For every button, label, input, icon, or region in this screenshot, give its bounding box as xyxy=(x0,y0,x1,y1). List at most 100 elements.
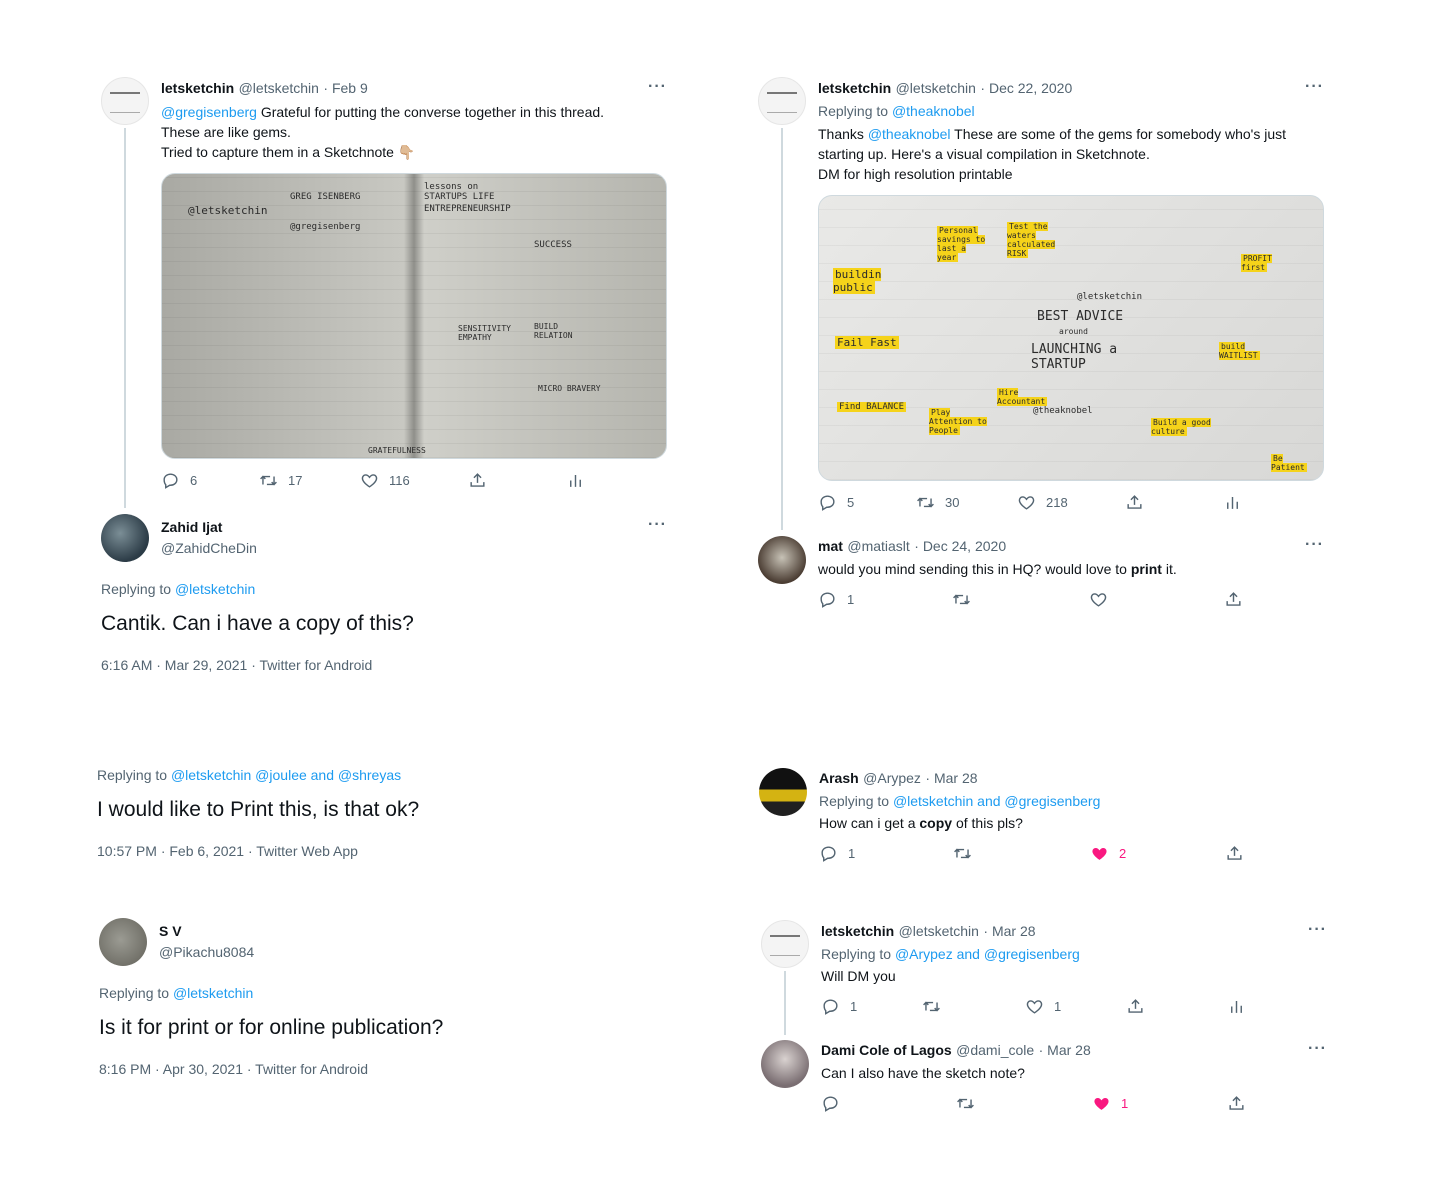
retweet-icon xyxy=(952,590,971,609)
share-button[interactable] xyxy=(1126,997,1145,1016)
tweet-header: Dami Cole of Lagos @dami_cole · Mar 28 xyxy=(821,1042,1091,1060)
avatar[interactable] xyxy=(761,1040,809,1088)
user-handle[interactable]: @letsketchin xyxy=(239,80,319,96)
avatar[interactable] xyxy=(101,514,149,562)
user-handle[interactable]: @matiaslt xyxy=(847,538,909,554)
tweet-text: I would like to Print this, is that ok? xyxy=(97,798,420,821)
reply-icon xyxy=(821,1094,840,1113)
sketch-label: LAUNCHING a STARTUP xyxy=(1031,342,1118,372)
like-button[interactable]: 218 xyxy=(1017,493,1068,512)
share-button[interactable] xyxy=(1227,1094,1246,1113)
tweet-timestamp[interactable]: 8:16 PM · Apr 30, 2021 · Twitter for And… xyxy=(99,1061,368,1077)
avatar[interactable] xyxy=(761,920,809,968)
user-handle[interactable]: @dami_cole xyxy=(956,1042,1034,1058)
analytics-button[interactable] xyxy=(1223,493,1242,512)
tweet-timestamp[interactable]: 6:16 AM · Mar 29, 2021 · Twitter for And… xyxy=(101,657,372,673)
retweet-button[interactable] xyxy=(952,590,971,609)
analytics-icon xyxy=(1223,493,1242,512)
share-button[interactable] xyxy=(468,471,487,490)
avatar[interactable] xyxy=(759,768,807,816)
user-name[interactable]: mat xyxy=(818,538,843,554)
user-name[interactable]: S V xyxy=(159,923,182,939)
mention-link[interactable]: @theaknobel xyxy=(868,126,951,142)
avatar[interactable] xyxy=(99,918,147,966)
user-name[interactable]: Dami Cole of Lagos xyxy=(821,1042,952,1058)
like-count: 218 xyxy=(1046,495,1068,510)
analytics-button[interactable] xyxy=(1227,997,1246,1016)
retweet-button[interactable] xyxy=(956,1094,975,1113)
mention-link[interactable]: @theaknobel xyxy=(892,103,975,119)
thread-line xyxy=(784,971,786,1035)
more-icon[interactable]: ··· xyxy=(1308,921,1327,939)
more-icon[interactable]: ··· xyxy=(648,516,667,534)
mention-link[interactable]: @letsketchin xyxy=(173,985,253,1001)
retweet-button[interactable]: 17 xyxy=(259,471,302,490)
reply-button[interactable] xyxy=(821,1094,840,1113)
user-name[interactable]: letsketchin xyxy=(161,80,234,96)
mention-link[interactable]: @letsketchin xyxy=(175,581,255,597)
like-button[interactable] xyxy=(1089,590,1108,609)
avatar[interactable] xyxy=(101,77,149,125)
reply-button[interactable]: 1 xyxy=(819,844,855,863)
mention-link[interactable]: @letsketchin @joulee and @shreyas xyxy=(171,767,401,783)
mention-link[interactable]: @gregisenberg xyxy=(161,104,257,120)
like-button[interactable]: 1 xyxy=(1025,997,1061,1016)
like-button[interactable]: 2 xyxy=(1090,844,1126,863)
tweet-date[interactable]: · Mar 28 xyxy=(1039,1042,1091,1058)
tweet-header: Arash @Arypez · Mar 28 xyxy=(819,770,978,788)
more-icon[interactable]: ··· xyxy=(1305,536,1324,554)
sketch-label: PROFIT first xyxy=(1241,254,1272,272)
tweet-timestamp[interactable]: 10:57 PM · Feb 6, 2021 · Twitter Web App xyxy=(97,843,358,859)
analytics-button[interactable] xyxy=(566,471,585,490)
user-handle[interactable]: @letsketchin xyxy=(896,80,976,96)
user-name[interactable]: Zahid Ijat xyxy=(161,519,222,535)
sketchnote-image[interactable]: Personal savings to last a year Test the… xyxy=(818,195,1324,481)
tweet-header: letsketchin @letsketchin · Dec 22, 2020 xyxy=(818,80,1072,98)
like-button[interactable]: 1 xyxy=(1092,1094,1128,1113)
retweet-button[interactable] xyxy=(953,844,972,863)
tweet-date[interactable]: · Dec 22, 2020 xyxy=(980,80,1072,96)
share-button[interactable] xyxy=(1225,844,1244,863)
analytics-icon xyxy=(1227,997,1246,1016)
avatar[interactable] xyxy=(758,77,806,125)
share-button[interactable] xyxy=(1125,493,1144,512)
retweet-button[interactable] xyxy=(922,997,941,1016)
share-button[interactable] xyxy=(1224,590,1243,609)
reply-button[interactable]: 1 xyxy=(818,590,854,609)
user-handle[interactable]: @Arypez xyxy=(863,770,921,786)
share-icon xyxy=(1225,844,1244,863)
like-button[interactable]: 116 xyxy=(360,471,410,490)
reply-button[interactable]: 1 xyxy=(821,997,857,1016)
user-name[interactable]: Arash xyxy=(819,770,859,786)
replying-to: Replying to @theaknobel xyxy=(818,103,975,119)
tweet-date[interactable]: · Mar 28 xyxy=(983,923,1035,939)
reply-button[interactable]: 5 xyxy=(818,493,854,512)
mention-link[interactable]: @Arypez and @gregisenberg xyxy=(895,946,1080,962)
tweet-date[interactable]: · Dec 24, 2020 xyxy=(914,538,1006,554)
sketch-label: SUCCESS xyxy=(534,240,572,250)
user-handle[interactable]: @ZahidCheDin xyxy=(161,540,257,556)
more-icon[interactable]: ··· xyxy=(1305,78,1324,96)
mention-link[interactable]: @letsketchin and @gregisenberg xyxy=(893,793,1100,809)
user-handle[interactable]: @Pikachu8084 xyxy=(159,944,254,960)
retweet-icon xyxy=(259,471,278,490)
like-icon xyxy=(1092,1094,1111,1113)
tweet-text: @gregisenberg Grateful for putting the c… xyxy=(161,104,605,160)
avatar[interactable] xyxy=(758,536,806,584)
user-handle[interactable]: @letsketchin xyxy=(899,923,979,939)
retweet-button[interactable]: 30 xyxy=(916,493,959,512)
like-count: 1 xyxy=(1054,999,1062,1014)
more-icon[interactable]: ··· xyxy=(648,78,667,96)
sketchnote-image[interactable]: @letsketchin GREG ISENBERG @gregisenberg… xyxy=(161,173,667,459)
reply-button[interactable]: 6 xyxy=(161,471,197,490)
user-name[interactable]: letsketchin xyxy=(821,923,894,939)
user-name[interactable]: letsketchin xyxy=(818,80,891,96)
share-icon xyxy=(1125,493,1144,512)
more-icon[interactable]: ··· xyxy=(1308,1040,1327,1058)
reply-icon xyxy=(818,493,837,512)
tweet-date[interactable]: · Feb 9 xyxy=(323,80,367,96)
sketch-label: BEST ADVICE xyxy=(1037,309,1124,324)
tweet-date[interactable]: · Mar 28 xyxy=(925,770,977,786)
tweet-header: letsketchin @letsketchin · Feb 9 xyxy=(161,80,368,98)
sketch-label: @gregisenberg xyxy=(290,222,361,232)
